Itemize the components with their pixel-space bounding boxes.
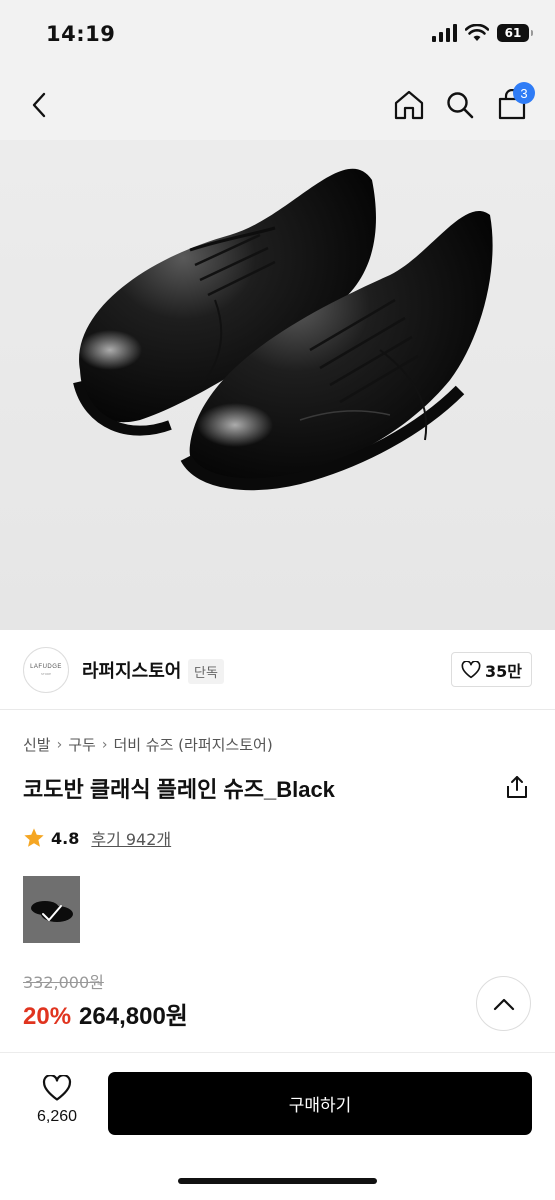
cart-button[interactable]: 3 (491, 82, 535, 126)
chevron-left-icon (32, 92, 46, 118)
buy-button[interactable]: 구매하기 (108, 1072, 532, 1135)
wishlist-button[interactable]: 6,260 (26, 1075, 88, 1126)
search-button[interactable] (439, 84, 481, 126)
product-image[interactable] (0, 140, 555, 630)
shoes-illustration (73, 168, 493, 491)
chevron-right-icon: › (56, 736, 63, 753)
status-time: 14:19 (46, 22, 116, 46)
wishlist-count: 6,260 (36, 1108, 78, 1125)
chevron-right-icon: › (101, 736, 108, 753)
signal-icon (432, 24, 457, 42)
review-count-link[interactable]: 후기 942개 (91, 826, 171, 850)
store-name[interactable]: 라퍼지스토어 (82, 657, 181, 683)
wifi-icon (465, 24, 489, 41)
status-icons: 61 (431, 24, 533, 42)
home-indicator (178, 1178, 377, 1184)
shoe-thumbnail-image (31, 901, 73, 922)
store-logo-text: LAFUDGE (30, 664, 62, 670)
cart-count-badge: 3 (513, 82, 535, 104)
share-button[interactable] (504, 774, 530, 800)
heart-icon (42, 1075, 72, 1101)
breadcrumb-item[interactable]: 더비 슈즈 (라퍼지스토어) (113, 734, 272, 755)
discount-rate: 20% (23, 1003, 72, 1030)
heart-icon (461, 660, 481, 678)
store-row: LAFUDGE STORE 라퍼지스토어 단독 35만 (0, 630, 555, 710)
home-icon (394, 90, 424, 120)
color-option-thumbnail[interactable] (23, 876, 80, 943)
store-logo-subtext: STORE (40, 672, 52, 676)
home-button[interactable] (388, 84, 430, 126)
breadcrumb-item[interactable]: 구두 (68, 734, 96, 755)
store-logo[interactable]: LAFUDGE STORE (23, 647, 69, 693)
price-row: 20% 264,800원 (23, 996, 188, 1031)
sale-price: 264,800원 (79, 1003, 188, 1030)
rating-row: 4.8 후기 942개 (23, 826, 171, 850)
store-like-count: 35만 (485, 661, 522, 681)
share-icon (507, 776, 527, 798)
rating-value: 4.8 (51, 828, 80, 848)
star-icon (24, 828, 44, 847)
store-like-button[interactable]: 35만 (451, 652, 532, 687)
scroll-to-top-button[interactable] (476, 976, 531, 1031)
breadcrumb: 신발 › 구두 › 더비 슈즈 (라퍼지스토어) (23, 734, 273, 755)
original-price: 332,000원 (23, 973, 104, 992)
product-title: 코도반 클래식 플레인 슈즈_Black (23, 777, 335, 802)
search-icon (447, 92, 474, 119)
breadcrumb-item[interactable]: 신발 (23, 734, 51, 755)
back-button[interactable] (18, 84, 60, 126)
chevron-up-icon (493, 998, 514, 1010)
nav-bar: 3 (0, 70, 555, 140)
battery-icon: 61 (497, 24, 533, 42)
exclusive-badge: 단독 (188, 659, 224, 684)
status-bar: 14:19 61 (0, 0, 555, 70)
